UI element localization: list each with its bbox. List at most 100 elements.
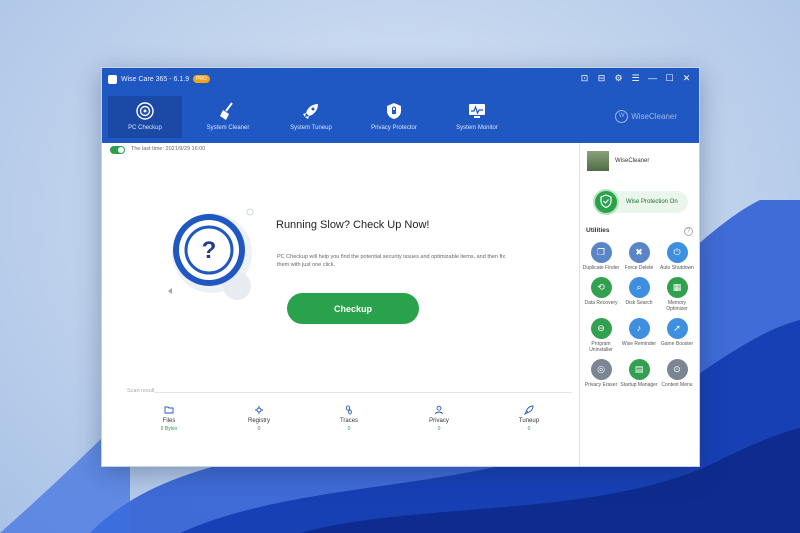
folder-icon	[164, 406, 174, 414]
utility-game-booster[interactable]: ➚ Game Booster	[658, 318, 696, 353]
utility-duplicate-finder[interactable]: ❐ Duplicate Finder	[582, 242, 620, 271]
shield-lock-icon	[387, 103, 401, 119]
utility-privacy-eraser[interactable]: ◎ Privacy Eraser	[582, 359, 620, 388]
category-label: Files	[162, 418, 176, 424]
tab-label: System Tuneup	[290, 125, 332, 131]
category-privacy: Privacy 0	[394, 405, 484, 432]
protection-label: Wise Protection On	[626, 199, 678, 205]
app-title: Wise Care 365 - 6.1.9	[121, 75, 190, 83]
headline: Running Slow? Check Up Now!	[276, 219, 430, 231]
utility-auto-shutdown[interactable]: ⏻ Auto Shutdown	[658, 242, 696, 271]
close-button[interactable]: ✕	[682, 71, 691, 85]
checkup-button[interactable]: Checkup	[287, 293, 419, 324]
utility-label: Memory Optimizer	[666, 300, 688, 312]
category-tuneup: Tuneup 0	[484, 405, 574, 432]
user-icon	[435, 405, 443, 415]
tab-label: System Cleaner	[206, 125, 250, 131]
window-controls: ⊡ ⊟ ⚙ ☰ — ☐ ✕	[580, 71, 691, 85]
brand-logo: W WiseCleaner	[615, 110, 677, 123]
pro-badge: PRO	[193, 75, 210, 83]
utility-label: Game Booster	[660, 341, 694, 347]
tab-system-tuneup[interactable]: System Tuneup	[274, 96, 348, 138]
tab-label: PC Checkup	[128, 125, 162, 131]
scan-categories: Files 0 Bytes Registry 0 Traces 0 Privac…	[124, 405, 574, 432]
protection-status[interactable]: Wise Protection On	[593, 189, 688, 215]
utilities-grid: ❐ Duplicate Finder ✖ Force Delete ⏻ Auto Shut…	[582, 242, 698, 388]
utility-label: Startup Manager	[620, 382, 658, 388]
utility-force-delete[interactable]: ✖ Force Delete	[620, 242, 658, 271]
auto-check-toggle[interactable]	[110, 146, 125, 154]
category-files: Files 0 Bytes	[124, 405, 214, 432]
main-nav: PC Checkup System Cleaner System Tuneup	[108, 96, 523, 138]
brand-icon: W	[615, 110, 629, 123]
avatar[interactable]	[587, 151, 609, 171]
duplicate-icon: ❐	[590, 242, 612, 263]
menu-icon[interactable]: ☰	[631, 71, 640, 85]
checkup-panel: The last time: 2021/9/29 16:00 ? Running…	[102, 143, 579, 466]
skin-icon[interactable]: ⊟	[597, 71, 606, 85]
tab-label: System Monitor	[456, 125, 498, 131]
last-check-time: The last time: 2021/9/29 16:00	[131, 146, 206, 152]
utility-label: Disk Search	[625, 300, 653, 306]
utility-label: Wise Reminder	[621, 341, 657, 347]
svg-text:?: ?	[202, 237, 217, 264]
help-icon[interactable]: ?	[684, 227, 693, 236]
bell-icon: ♪	[628, 318, 650, 339]
category-label: Privacy	[429, 418, 449, 424]
utility-startup-manager[interactable]: ▤ Startup Manager	[620, 359, 658, 388]
utility-context-menu[interactable]: ⊙ Context Menu	[658, 359, 696, 388]
app-window: Wise Care 365 - 6.1.9 PRO ⊡ ⊟ ⚙ ☰ — ☐ ✕ …	[101, 67, 700, 467]
mouse-icon: ⊙	[666, 359, 688, 380]
rocket-icon: ➚	[666, 318, 688, 339]
utility-label: Force Delete	[624, 265, 654, 271]
feedback-icon[interactable]: ⊡	[580, 71, 589, 85]
category-value: 0 Bytes	[160, 426, 178, 432]
uninstall-icon: ⊖	[590, 318, 612, 339]
startup-icon: ▤	[628, 359, 650, 380]
category-value: 0	[527, 426, 531, 432]
utility-program-uninstaller[interactable]: ⊖ Program Uninstaller	[582, 318, 620, 353]
registry-icon	[255, 406, 263, 414]
utility-memory-optimizer[interactable]: ▦ Memory Optimizer	[658, 277, 696, 312]
minimize-button[interactable]: —	[648, 71, 657, 85]
utility-label: Program Uninstaller	[589, 341, 613, 353]
utility-label: Auto Shutdown	[660, 265, 694, 271]
monitor-icon	[469, 104, 485, 118]
app-logo-icon	[108, 74, 117, 84]
recovery-icon: ⟲	[590, 277, 612, 298]
title-row: Wise Care 365 - 6.1.9 PRO	[108, 72, 210, 86]
search-icon: ⌕	[628, 277, 650, 298]
question-illustration: ?	[168, 208, 254, 300]
scan-result-label: Scan result	[127, 388, 155, 394]
divider	[154, 392, 572, 393]
utility-data-recovery[interactable]: ⟲ Data Recovery	[582, 277, 620, 312]
broom-icon	[220, 102, 233, 120]
rocket-icon	[524, 405, 534, 415]
tab-pc-checkup[interactable]: PC Checkup	[108, 96, 182, 138]
settings-icon[interactable]: ⚙	[614, 71, 623, 85]
maximize-button[interactable]: ☐	[665, 71, 674, 85]
tab-system-cleaner[interactable]: System Cleaner	[191, 96, 265, 138]
sidebar: WiseCleaner Wise Protection On Utilities…	[579, 143, 699, 466]
rocket-icon	[303, 104, 318, 119]
footprint-icon	[345, 405, 352, 415]
memory-icon: ▦	[666, 277, 688, 298]
utility-label: Data Recovery	[584, 300, 618, 306]
shield-glyph-icon	[600, 194, 612, 209]
utility-disk-search[interactable]: ⌕ Disk Search	[620, 277, 658, 312]
user-name[interactable]: WiseCleaner	[615, 158, 649, 164]
utilities-title: Utilities	[586, 227, 610, 234]
brand-name: WiseCleaner	[631, 112, 677, 121]
utility-label: Duplicate Finder	[582, 265, 620, 271]
category-label: Traces	[339, 418, 359, 424]
category-label: Registry	[247, 418, 270, 424]
target-icon	[136, 102, 154, 120]
category-value: 0	[257, 426, 261, 432]
category-value: 0	[347, 426, 351, 432]
utility-label: Privacy Eraser	[584, 382, 618, 388]
tab-privacy-protector[interactable]: Privacy Protector	[357, 96, 431, 138]
eye-off-icon: ◎	[590, 359, 612, 380]
tab-system-monitor[interactable]: System Monitor	[440, 96, 514, 138]
header-bar: Wise Care 365 - 6.1.9 PRO ⊡ ⊟ ⚙ ☰ — ☐ ✕ …	[102, 68, 699, 143]
utility-wise-reminder[interactable]: ♪ Wise Reminder	[620, 318, 658, 353]
